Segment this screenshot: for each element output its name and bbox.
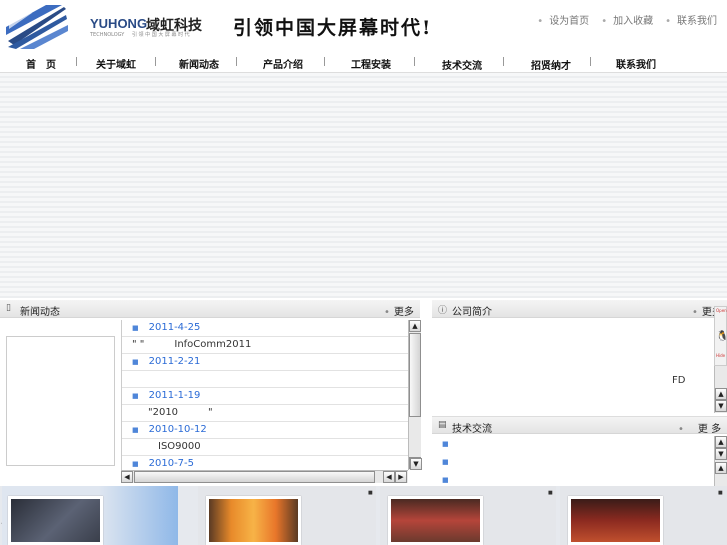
scroll-left-button[interactable]: ◀ bbox=[121, 471, 133, 483]
gallery-card[interactable]: ■ bbox=[380, 486, 556, 545]
document-icon: ▤ bbox=[438, 420, 447, 430]
contact-us-link[interactable]: • 联系我们 bbox=[665, 12, 717, 27]
nav-divider bbox=[414, 57, 415, 66]
list-item[interactable]: ISO9000 bbox=[122, 439, 408, 456]
news-more-label: 更多 bbox=[393, 307, 414, 318]
news-horizontal-scrollbar[interactable]: ◀ bbox=[121, 470, 408, 483]
news-vertical-scrollbar[interactable]: ▲ ▼ bbox=[408, 320, 421, 470]
scroll-up-button[interactable]: ▲ bbox=[715, 462, 727, 474]
list-item[interactable]: ■ bbox=[442, 458, 449, 466]
news-image-box bbox=[0, 320, 120, 485]
list-item[interactable]: ■ 2010-7-5 bbox=[122, 456, 408, 470]
nav-item-projects[interactable]: 工程安装 bbox=[349, 56, 393, 71]
scroll-up-button[interactable]: ▲ bbox=[715, 388, 727, 400]
scroll-up-button[interactable]: ▲ bbox=[715, 436, 727, 448]
top-links: • 设为首页 • 加入收藏 • 联系我们 bbox=[537, 12, 717, 27]
list-item[interactable]: ■ 2011-1-19 bbox=[122, 388, 408, 405]
logo-icon[interactable] bbox=[6, 5, 68, 49]
contact-us-label: 联系我们 bbox=[677, 16, 717, 27]
qq-float-widget[interactable]: Open 🐧 Hide bbox=[714, 306, 727, 366]
nav-item-tech[interactable]: 技术交流 bbox=[440, 57, 484, 72]
add-favorite-label: 加入收藏 bbox=[613, 16, 654, 27]
list-item[interactable]: ■ bbox=[442, 476, 449, 484]
logo-english: YUHONG bbox=[90, 16, 148, 31]
news-date: 2011-2-21 bbox=[148, 356, 201, 367]
scroll-left-button[interactable]: ◀ bbox=[383, 471, 395, 483]
nav-divider bbox=[236, 57, 237, 66]
set-homepage-label: 设为首页 bbox=[549, 16, 590, 27]
list-item[interactable]: " " InfoComm2011 bbox=[122, 337, 408, 354]
news-date: 2011-4-25 bbox=[148, 322, 201, 333]
project-gallery: ◀ ■ ■ ■ bbox=[0, 486, 727, 545]
nav-item-news[interactable]: 新闻动态 bbox=[177, 56, 221, 71]
list-item[interactable]: "2010 " bbox=[122, 405, 408, 422]
scroll-down-button[interactable]: ▼ bbox=[715, 448, 727, 460]
scroll-down-button[interactable]: ▼ bbox=[410, 458, 422, 470]
news-title: " " InfoComm2011 bbox=[132, 339, 252, 350]
news-panel-header: ▯ 新闻动态 • 更多 bbox=[0, 300, 420, 318]
add-favorite-link[interactable]: • 加入收藏 bbox=[601, 12, 653, 27]
nav-item-jobs[interactable]: 招贤纳才 bbox=[529, 57, 573, 72]
logo-tagline-cn: 引 领 中 国 大 屏 幕 时 代 bbox=[131, 32, 190, 38]
gallery-photo[interactable] bbox=[8, 496, 103, 545]
about-panel-title: 公司简介 bbox=[452, 307, 492, 318]
nav-item-products[interactable]: 产品介绍 bbox=[261, 56, 305, 71]
news-panel-title: 新闻动态 bbox=[20, 307, 60, 318]
nav-item-contact[interactable]: 联系我们 bbox=[614, 56, 658, 71]
gallery-photo[interactable] bbox=[388, 496, 483, 545]
list-item[interactable] bbox=[122, 371, 408, 388]
list-item[interactable]: ■ 2011-4-25 bbox=[122, 320, 408, 337]
nav-divider bbox=[155, 57, 156, 66]
news-list: ■ 2011-4-25 " " InfoComm2011 ■ 2011-2-21 ■… bbox=[121, 320, 408, 470]
news-more-link[interactable]: • 更多 bbox=[384, 303, 414, 318]
nav-divider bbox=[503, 57, 504, 66]
hide-label: Hide bbox=[716, 353, 726, 358]
scroll-thumb[interactable] bbox=[134, 471, 375, 483]
tech-list: ■ ■ ■ bbox=[432, 434, 714, 486]
news-date: 2010-10-12 bbox=[148, 424, 207, 435]
news-icon: ▯ bbox=[6, 303, 11, 313]
logo-tagline: TECHNOLOGY 引 领 中 国 大 屏 幕 时 代 bbox=[90, 31, 190, 38]
slogan: 引领中国大屏幕时代! bbox=[233, 17, 433, 39]
nav-item-about[interactable]: 关于域虹 bbox=[94, 56, 138, 71]
list-item[interactable]: ■ bbox=[442, 440, 449, 448]
about-text: FD bbox=[672, 375, 686, 386]
scroll-right-button[interactable]: ▶ bbox=[395, 471, 407, 483]
news-date: 2010-7-5 bbox=[148, 458, 195, 469]
scroll-thumb[interactable] bbox=[409, 333, 421, 417]
banner bbox=[0, 72, 727, 298]
scroll-up-button[interactable]: ▲ bbox=[409, 320, 421, 332]
tech-scrollbar[interactable]: ▲ ▼ ▲ bbox=[714, 436, 727, 486]
header: YUHONG 域虹科技 TECHNOLOGY 引 领 中 国 大 屏 幕 时 代… bbox=[0, 0, 727, 52]
gallery-card[interactable] bbox=[2, 486, 178, 545]
list-item[interactable]: ■ 2010-10-12 bbox=[122, 422, 408, 439]
news-thumbnail[interactable] bbox=[6, 336, 115, 466]
info-icon: ⓘ bbox=[438, 306, 448, 316]
tech-more-link[interactable]: • 更 多 bbox=[678, 420, 721, 435]
news-title: "2010 " bbox=[148, 407, 213, 418]
about-panel-header: ⓘ 公司简介 • 更多 bbox=[432, 300, 727, 318]
nav-divider bbox=[324, 57, 325, 66]
news-title: ISO9000 bbox=[148, 441, 201, 452]
nav-divider bbox=[76, 57, 77, 66]
news-date: 2011-1-19 bbox=[148, 390, 201, 401]
tech-panel-title: 技术交流 bbox=[452, 424, 492, 435]
list-item[interactable]: ■ 2011-2-21 bbox=[122, 354, 408, 371]
nav-item-home[interactable]: 首 页 bbox=[24, 56, 58, 71]
gallery-card[interactable]: ■ bbox=[560, 486, 727, 545]
gallery-photo[interactable] bbox=[206, 496, 301, 545]
qq-icon[interactable]: 🐧 bbox=[716, 331, 727, 342]
main-nav: 首 页 关于域虹 新闻动态 产品介绍 工程安装 技术交流 招贤纳才 联系我们 bbox=[0, 52, 727, 72]
set-homepage-link[interactable]: • 设为首页 bbox=[537, 12, 589, 27]
logo-english-sub: TECHNOLOGY bbox=[90, 32, 125, 38]
tech-panel-header: ▤ 技术交流 • 更 多 bbox=[432, 416, 727, 435]
about-body: FD bbox=[432, 320, 714, 413]
nav-divider bbox=[590, 57, 591, 66]
scroll-down-button[interactable]: ▼ bbox=[715, 400, 727, 412]
gallery-card[interactable]: ■ bbox=[198, 486, 376, 545]
open-label: Open bbox=[716, 308, 727, 313]
gallery-photo[interactable] bbox=[568, 496, 663, 545]
